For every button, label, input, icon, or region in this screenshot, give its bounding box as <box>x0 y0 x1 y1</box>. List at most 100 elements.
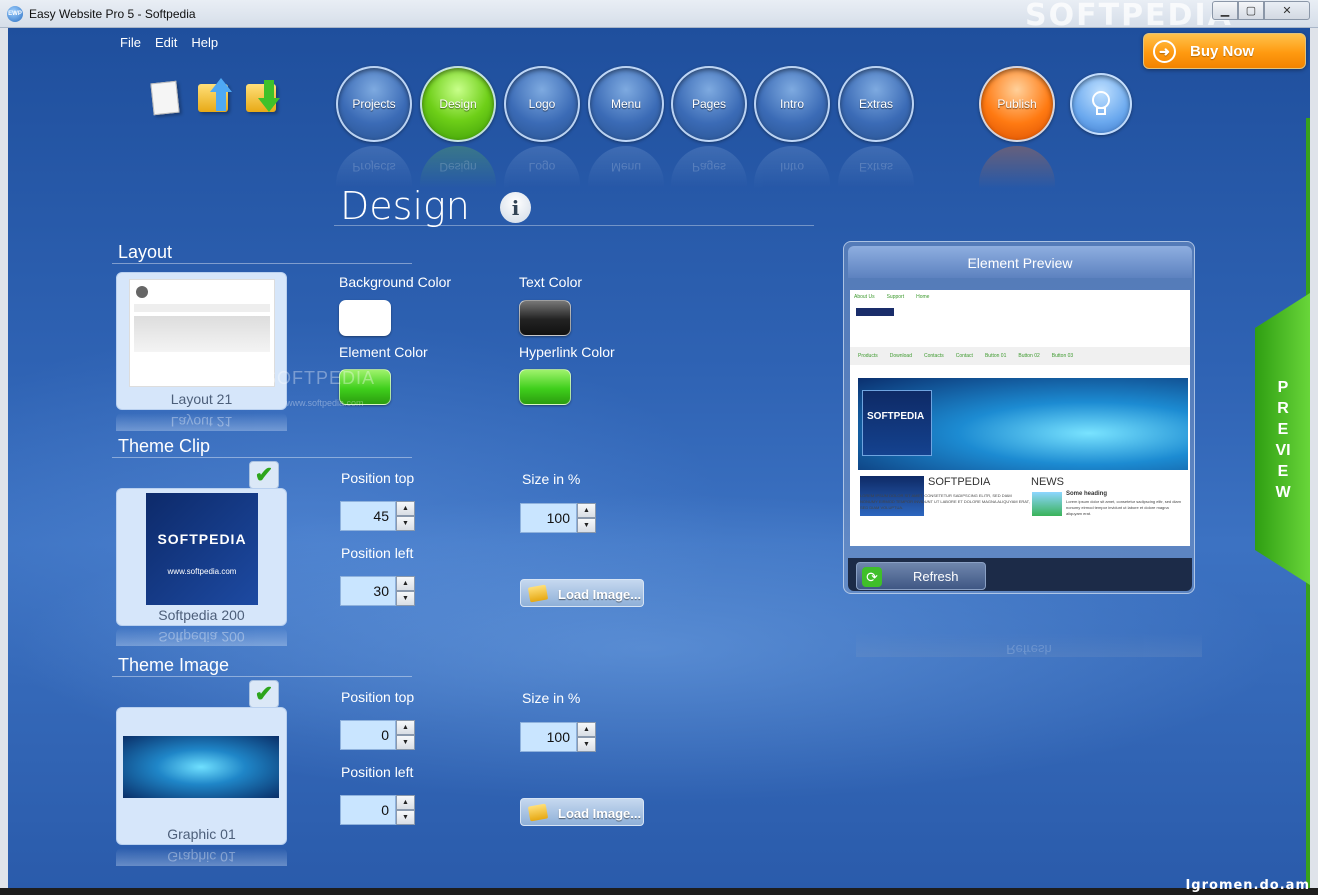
image-load-image-label: Load Image... <box>558 806 642 821</box>
clip-position-top-label: Position top <box>341 470 415 486</box>
nav-extras[interactable]: Extras <box>838 66 914 142</box>
preview-menu-item: Button 03 <box>1051 353 1074 359</box>
text-color-swatch[interactable] <box>519 300 571 336</box>
theme-image-image <box>123 736 279 798</box>
publish-button[interactable]: Publish <box>979 66 1055 142</box>
publish-reflection <box>979 146 1055 188</box>
save-folder-icon[interactable] <box>244 78 280 118</box>
preview-top-link: Home <box>916 294 930 300</box>
image-position-top-value[interactable]: 0 <box>340 720 396 750</box>
background-color-swatch[interactable] <box>339 300 391 336</box>
nav-menu[interactable]: Menu <box>588 66 664 142</box>
stepper-up-icon[interactable]: ▲ <box>396 720 415 735</box>
menu-edit[interactable]: Edit <box>155 35 177 50</box>
stepper-down-icon[interactable]: ▼ <box>577 518 596 533</box>
thumb-reflection: Softpedia 200 <box>116 628 287 646</box>
hyperlink-color-swatch[interactable] <box>519 369 571 405</box>
text-color-label: Text Color <box>519 274 583 290</box>
clip-position-left-value[interactable]: 30 <box>340 576 396 606</box>
file-toolbar <box>148 78 280 118</box>
minimize-icon[interactable]: ▁ <box>1212 1 1238 20</box>
theme-image-checkbox[interactable]: ✔ <box>249 680 279 708</box>
image-position-left-stepper[interactable]: 0 ▲ ▼ <box>340 795 415 825</box>
lightbulb-icon[interactable] <box>1070 73 1132 135</box>
stepper-up-icon[interactable]: ▲ <box>577 722 596 737</box>
theme-image-section-label: Theme Image <box>118 655 230 675</box>
element-preview-panel: Element Preview About Us Support Home Pr… <box>843 241 1195 594</box>
preview-top-link: About Us <box>854 294 875 300</box>
image-position-top-stepper[interactable]: 0 ▲ ▼ <box>340 720 415 750</box>
theme-clip-checkbox[interactable]: ✔ <box>249 461 279 489</box>
theme-image-caption: Graphic 01 <box>167 826 236 842</box>
page-title: Design <box>340 184 470 228</box>
preview-tab-label: PREVIEW <box>1275 379 1291 501</box>
image-position-left-value[interactable]: 0 <box>340 795 396 825</box>
section-divider <box>112 457 412 458</box>
hyperlink-color-label: Hyperlink Color <box>519 344 615 360</box>
nav-reflection: Projects <box>336 146 412 188</box>
image-size-value[interactable]: 100 <box>520 722 577 752</box>
preview-heading-right: NEWS <box>1031 476 1064 488</box>
maximize-icon[interactable]: ▢ <box>1238 1 1264 20</box>
nav-reflection: Intro <box>754 146 830 188</box>
image-size-stepper[interactable]: 100 ▲ ▼ <box>520 722 596 752</box>
clip-position-left-stepper[interactable]: 30 ▲ ▼ <box>340 576 415 606</box>
nav-projects[interactable]: Projects <box>336 66 412 142</box>
stepper-up-icon[interactable]: ▲ <box>396 576 415 591</box>
nav-pages[interactable]: Pages <box>671 66 747 142</box>
stepper-down-icon[interactable]: ▼ <box>396 516 415 531</box>
stepper-up-icon[interactable]: ▲ <box>396 501 415 516</box>
preview-top-nav: About Us Support Home <box>854 294 929 300</box>
clip-size-stepper[interactable]: 100 ▲ ▼ <box>520 503 596 533</box>
element-preview-footer: ⟳ Refresh <box>848 558 1192 591</box>
stepper-down-icon[interactable]: ▼ <box>396 810 415 825</box>
close-icon[interactable]: ✕ <box>1264 1 1310 20</box>
element-color-label: Element Color <box>339 344 428 360</box>
refresh-label: Refresh <box>913 569 959 584</box>
clip-position-top-stepper[interactable]: 45 ▲ ▼ <box>340 501 415 531</box>
refresh-icon: ⟳ <box>862 567 882 587</box>
preview-banner-clip: SOFTPEDIA <box>862 390 932 456</box>
clip-position-left-label: Position left <box>341 545 414 561</box>
menu-file[interactable]: File <box>120 35 141 50</box>
preview-tab[interactable]: PREVIEW <box>1255 293 1310 585</box>
new-document-icon[interactable] <box>148 78 184 118</box>
clip-load-image-button[interactable]: Load Image... <box>520 579 644 607</box>
stepper-up-icon[interactable]: ▲ <box>577 503 596 518</box>
preview-top-link: Support <box>886 294 905 300</box>
thumb-reflection: Graphic 01 <box>116 848 287 866</box>
info-icon[interactable]: i <box>500 192 531 223</box>
preview-menu-item: Download <box>889 353 912 359</box>
clip-load-image-label: Load Image... <box>558 587 642 602</box>
clip-size-value[interactable]: 100 <box>520 503 577 533</box>
stepper-down-icon[interactable]: ▼ <box>396 591 415 606</box>
nav-intro[interactable]: Intro <box>754 66 830 142</box>
menu-bar: File Edit Help <box>120 35 218 50</box>
preview-menu-item: Products <box>858 353 878 359</box>
title-divider <box>334 225 814 226</box>
open-folder-icon[interactable] <box>196 78 232 118</box>
clip-position-top-value[interactable]: 45 <box>340 501 396 531</box>
stepper-down-icon[interactable]: ▼ <box>577 737 596 752</box>
nav-logo[interactable]: Logo <box>504 66 580 142</box>
buy-now-label: Buy Now <box>1190 42 1255 60</box>
buy-now-button[interactable]: ➜ Buy Now <box>1143 33 1306 69</box>
window-title: Easy Website Pro 5 - Softpedia <box>29 7 196 21</box>
layout-thumbnail[interactable]: Layout 21 <box>116 272 287 410</box>
nav-design[interactable]: Design <box>420 66 496 142</box>
theme-image-thumbnail[interactable]: Graphic 01 <box>116 707 287 845</box>
nav-reflection: Menu <box>588 146 664 188</box>
nav-reflection: Design <box>420 146 496 188</box>
image-position-top-label: Position top <box>341 689 415 705</box>
element-preview-screen: About Us Support Home Products Download … <box>850 290 1190 546</box>
preview-some-heading: Some heading <box>1066 491 1108 497</box>
softpedia-watermark-url: www.softpedia.com <box>286 398 364 408</box>
layout-thumbnail-caption: Layout 21 <box>170 391 233 407</box>
stepper-down-icon[interactable]: ▼ <box>396 735 415 750</box>
stepper-up-icon[interactable]: ▲ <box>396 795 415 810</box>
theme-clip-thumbnail[interactable]: SOFTPEDIA www.softpedia.com Softpedia 20… <box>116 488 287 626</box>
image-load-image-button[interactable]: Load Image... <box>520 798 644 826</box>
preview-menu-item: Button 01 <box>984 353 1007 359</box>
menu-help[interactable]: Help <box>191 35 218 50</box>
refresh-button[interactable]: ⟳ Refresh <box>856 562 986 590</box>
